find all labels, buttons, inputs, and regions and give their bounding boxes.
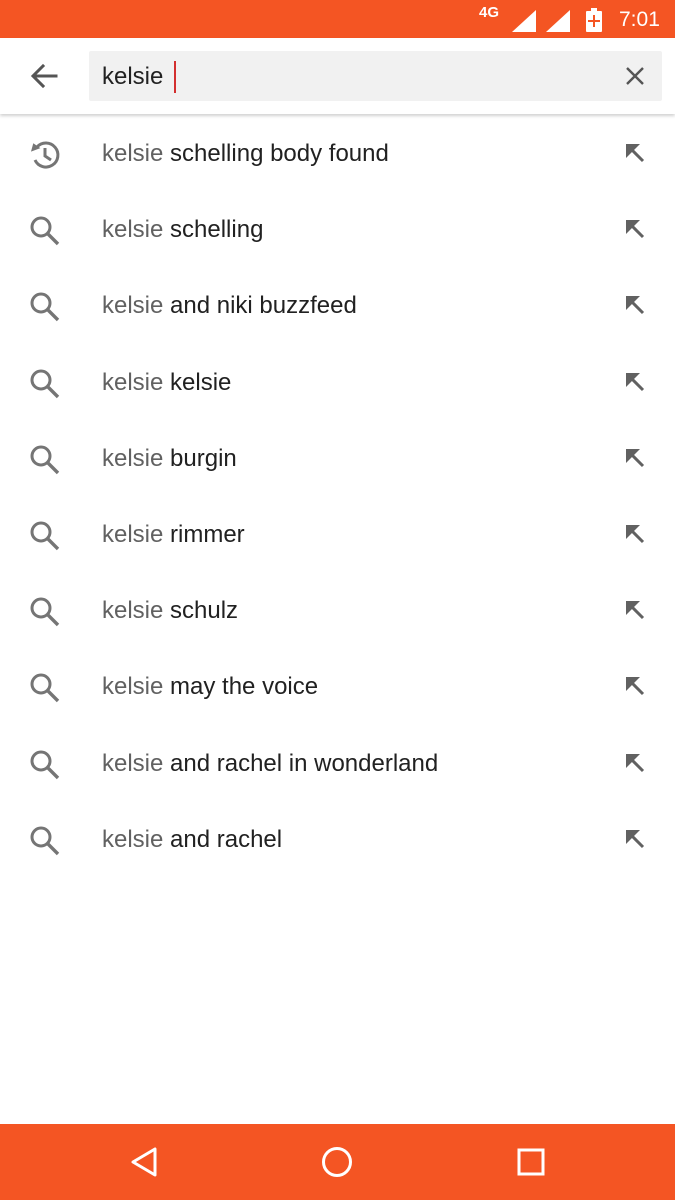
suggestion-completion: schelling body found <box>163 140 389 167</box>
suggestion-item[interactable]: kelsie schelling body found <box>0 116 675 192</box>
suggestion-item[interactable]: kelsie and niki buzzfeed <box>0 268 675 344</box>
history-icon <box>30 141 60 169</box>
suggestion-item[interactable]: kelsie schulz <box>0 573 675 649</box>
clock: 7:01 <box>619 8 660 31</box>
search-input[interactable]: kelsie <box>89 51 662 101</box>
fill-query-button[interactable] <box>618 669 652 703</box>
fill-query-button[interactable] <box>618 288 652 322</box>
search-bar: kelsie <box>0 38 675 114</box>
signal-icon <box>512 10 536 32</box>
nav-back-button[interactable] <box>122 1140 166 1184</box>
clear-button[interactable] <box>618 59 652 93</box>
suggestion-item[interactable]: kelsie kelsie <box>0 345 675 421</box>
suggestion-item[interactable]: kelsie burgin <box>0 421 675 497</box>
suggestion-completion: schulz <box>163 597 239 625</box>
arrow-up-left-icon <box>626 372 645 391</box>
back-button[interactable] <box>22 56 66 96</box>
close-icon <box>626 67 644 85</box>
fill-query-button[interactable] <box>618 441 652 475</box>
suggestion-completion: rimmer <box>163 520 245 548</box>
suggestion-completion: and niki buzzfeed <box>163 292 357 320</box>
arrow-up-left-icon <box>626 296 645 315</box>
recents-square-icon <box>517 1148 545 1176</box>
suggestion-completion: burgin <box>163 444 237 472</box>
text-cursor <box>174 61 176 93</box>
suggestion-query: kelsie <box>102 292 164 320</box>
nav-recents-button[interactable] <box>509 1140 553 1184</box>
status-bar: 4G 7:01 <box>0 0 675 38</box>
search-icon <box>30 369 60 398</box>
search-icon <box>30 445 60 474</box>
arrow-up-left-icon <box>626 144 645 163</box>
suggestion-query: kelsie <box>102 444 164 472</box>
arrow-up-left-icon <box>626 753 645 772</box>
suggestion-completion: and rachel <box>163 825 283 853</box>
back-triangle-icon <box>131 1147 157 1177</box>
search-icon <box>30 673 60 703</box>
suggestion-item[interactable]: kelsie and rachel in wonderland <box>0 726 675 802</box>
suggestion-completion: may the voice <box>163 673 319 701</box>
suggestion-query: kelsie <box>102 140 164 167</box>
suggestion-list: kelsie schelling body found kelsie schel… <box>0 116 675 878</box>
suggestion-query: kelsie <box>102 216 164 244</box>
suggestion-completion: and rachel in wonderland <box>163 749 439 777</box>
navigation-bar <box>0 1124 675 1200</box>
search-icon <box>30 826 60 855</box>
fill-query-button[interactable] <box>618 822 652 856</box>
suggestion-item[interactable]: kelsie and rachel <box>0 802 675 878</box>
fill-query-button[interactable] <box>618 212 652 246</box>
suggestion-query: kelsie <box>102 368 164 396</box>
home-circle-icon <box>322 1147 352 1177</box>
fill-query-button[interactable] <box>618 517 652 551</box>
arrow-up-left-icon <box>626 448 645 467</box>
fill-query-button[interactable] <box>618 593 652 627</box>
suggestion-query: kelsie <box>102 597 164 625</box>
arrow-up-left-icon <box>626 601 645 620</box>
search-icon <box>30 521 60 551</box>
battery-charging-icon <box>586 8 602 32</box>
suggestion-item[interactable]: kelsie rimmer <box>0 497 675 573</box>
fill-query-button[interactable] <box>618 746 652 780</box>
suggestion-query: kelsie <box>102 520 164 548</box>
arrow-up-left-icon <box>626 220 645 239</box>
search-icon <box>30 292 60 322</box>
search-icon <box>30 216 60 246</box>
network-type: 4G <box>479 4 500 21</box>
arrow-left-icon <box>30 63 58 89</box>
search-icon <box>30 750 60 779</box>
nav-home-button[interactable] <box>315 1140 359 1184</box>
suggestion-completion: schelling <box>163 216 264 244</box>
arrow-up-left-icon <box>626 829 645 848</box>
suggestion-completion: kelsie <box>163 368 232 396</box>
arrow-up-left-icon <box>626 524 645 543</box>
suggestion-query: kelsie <box>102 673 164 701</box>
fill-query-button[interactable] <box>618 365 652 399</box>
suggestion-query: kelsie <box>102 749 164 777</box>
arrow-up-left-icon <box>626 677 645 696</box>
signal-icon <box>546 10 570 32</box>
suggestion-query: kelsie <box>102 825 164 853</box>
search-input-value: kelsie <box>102 63 164 90</box>
suggestion-item[interactable]: kelsie may the voice <box>0 649 675 725</box>
fill-query-button[interactable] <box>618 136 652 170</box>
search-icon <box>30 597 60 627</box>
suggestion-item[interactable]: kelsie schelling <box>0 192 675 268</box>
